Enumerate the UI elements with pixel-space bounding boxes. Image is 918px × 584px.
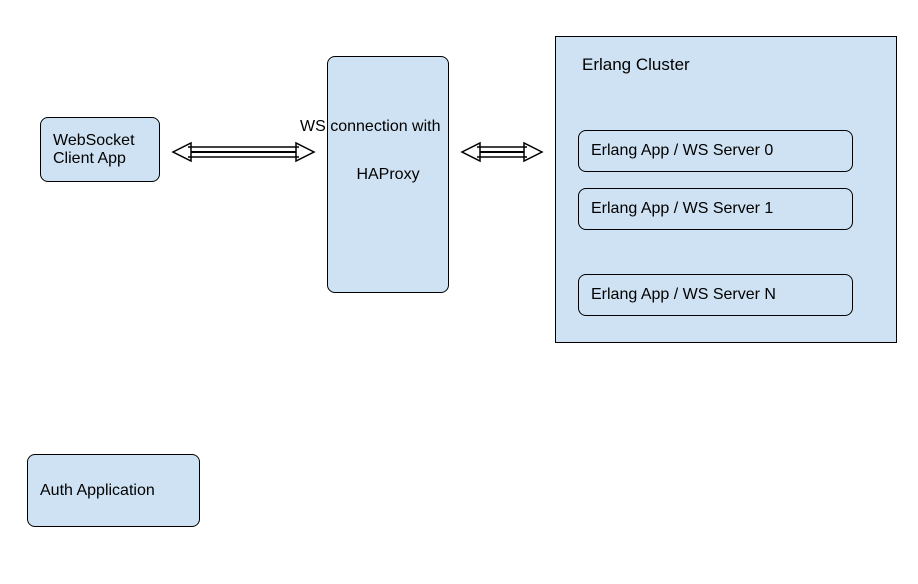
erlang-server-1: Erlang App / WS Server 1 — [578, 188, 853, 230]
haproxy-label: HAProxy — [356, 166, 419, 184]
auth-app-label: Auth Application — [40, 482, 155, 500]
erlang-cluster-container: Erlang Cluster Erlang App / WS Server 0 … — [555, 36, 897, 343]
erlang-cluster-title: Erlang Cluster — [582, 55, 690, 75]
arrow-haproxy-cluster — [462, 143, 542, 161]
erlang-server-n-label: Erlang App / WS Server N — [591, 286, 776, 304]
websocket-client-node: WebSocket Client App — [40, 117, 160, 182]
erlang-server-0-label: Erlang App / WS Server 0 — [591, 142, 773, 160]
websocket-client-label: WebSocket Client App — [53, 132, 147, 168]
erlang-server-n: Erlang App / WS Server N — [578, 274, 853, 316]
auth-app-node: Auth Application — [27, 454, 200, 527]
haproxy-node: HAProxy — [327, 56, 449, 293]
erlang-server-1-label: Erlang App / WS Server 1 — [591, 200, 773, 218]
arrow-client-haproxy — [173, 143, 314, 161]
erlang-server-0: Erlang App / WS Server 0 — [578, 130, 853, 172]
ws-connection-label: WS connection with — [300, 118, 441, 136]
